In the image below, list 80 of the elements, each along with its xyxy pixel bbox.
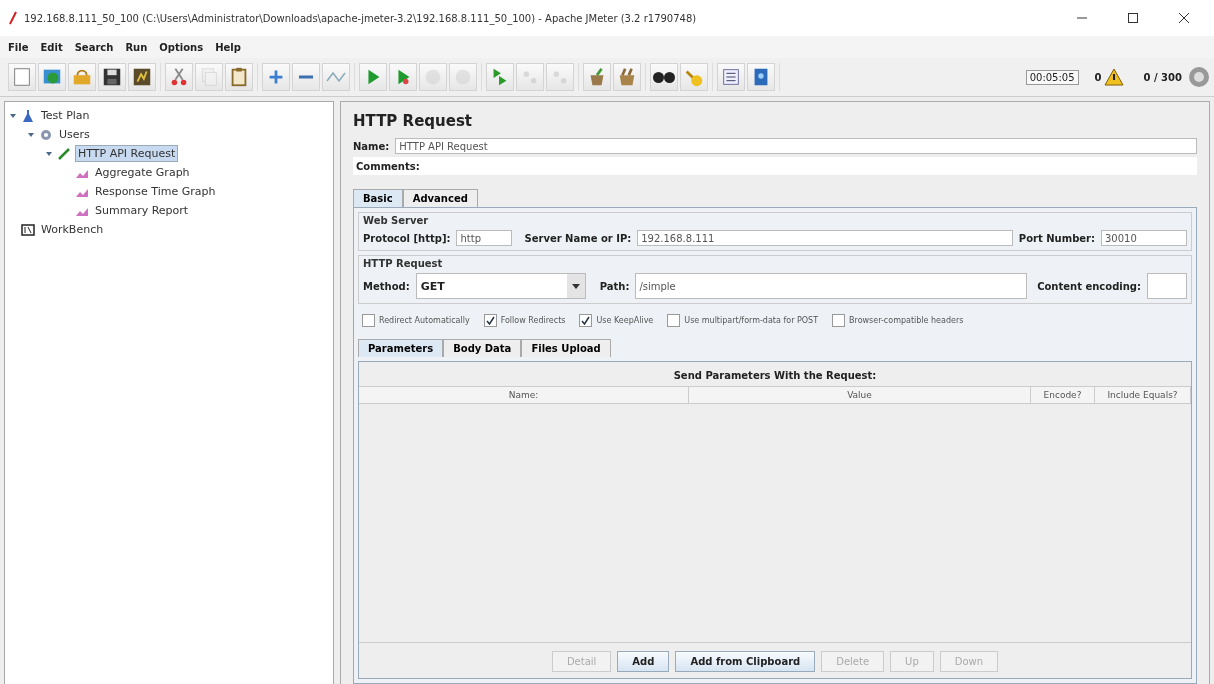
column-header[interactable]: Name: bbox=[359, 387, 689, 403]
thread-count: 0 / 300 bbox=[1143, 71, 1182, 83]
tab[interactable]: Basic bbox=[353, 189, 403, 207]
menu-item[interactable]: Help bbox=[215, 41, 241, 53]
panel-title: HTTP Request bbox=[353, 112, 473, 130]
binoculars-icon bbox=[653, 71, 675, 83]
checkbox[interactable] bbox=[667, 314, 681, 327]
field-label: Server Name or IP: bbox=[524, 232, 632, 244]
server-field[interactable]: 192.168.8.111 bbox=[637, 230, 1013, 246]
expand-toggle-icon[interactable] bbox=[27, 130, 35, 139]
menu-item[interactable]: Edit bbox=[40, 41, 63, 53]
checkbox-label: Use multipart/form-data for POST bbox=[684, 316, 819, 325]
pen-icon bbox=[57, 146, 71, 161]
menu-item[interactable]: Run bbox=[125, 41, 148, 53]
tab[interactable]: Parameters bbox=[358, 339, 444, 357]
warning-icon[interactable] bbox=[1103, 68, 1124, 86]
action-button[interactable]: Add from Clipboard bbox=[675, 651, 816, 672]
flask-icon bbox=[21, 108, 35, 123]
field-label: Content encoding: bbox=[1037, 280, 1141, 292]
field-label: Protocol [http]: bbox=[363, 232, 451, 244]
field-label: Port Number: bbox=[1018, 232, 1095, 244]
action-button[interactable]: Add bbox=[617, 651, 670, 672]
name-field[interactable]: HTTP API Request bbox=[395, 138, 1197, 154]
column-header[interactable]: Value bbox=[689, 387, 1031, 403]
blank-page-icon bbox=[11, 66, 33, 88]
tree-item[interactable]: HTTP API Request bbox=[75, 145, 179, 162]
column-header[interactable]: Include Equals? bbox=[1095, 387, 1191, 403]
table-title: Send Parameters With the Request: bbox=[672, 369, 878, 383]
expand-toggle-icon[interactable] bbox=[9, 111, 17, 120]
tab[interactable]: Advanced bbox=[402, 189, 478, 207]
feather-icon bbox=[8, 11, 18, 25]
toolbar-button[interactable] bbox=[98, 63, 126, 91]
comments-field[interactable]: Comments: bbox=[353, 157, 1197, 175]
tree-item[interactable]: Users bbox=[57, 127, 92, 142]
field-label: Method: bbox=[363, 280, 410, 292]
tab[interactable]: Files Upload bbox=[521, 339, 611, 357]
port-field[interactable]: 30010 bbox=[1101, 230, 1187, 246]
list-icon bbox=[720, 66, 742, 88]
checkbox[interactable] bbox=[483, 314, 497, 327]
elapsed-time: 00:05:05 bbox=[1025, 69, 1079, 85]
window-title: 192.168.8.111_50_100 (C:\Users\Administrator\Downloads\apache-jmeter-3.2\192.168.8.111_50_100) - Apache JMeter (3.2 r1790748) bbox=[24, 12, 698, 24]
checkbox[interactable] bbox=[579, 314, 593, 327]
checkbox[interactable] bbox=[832, 314, 846, 327]
field-label: Path: bbox=[599, 280, 630, 292]
checkbox-label: Browser-compatible headers bbox=[849, 316, 964, 325]
status-icon bbox=[1188, 66, 1210, 88]
tree-item[interactable]: Aggregate Graph bbox=[93, 165, 192, 180]
save-icon bbox=[101, 66, 123, 88]
gear-icon bbox=[39, 127, 53, 142]
chart-icon bbox=[131, 66, 153, 88]
tree-item[interactable]: Response Time Graph bbox=[93, 184, 218, 199]
menu-item[interactable]: Search bbox=[74, 41, 114, 53]
column-header[interactable]: Encode? bbox=[1031, 387, 1095, 403]
workbench-icon bbox=[21, 222, 35, 237]
group-title: HTTP Request bbox=[363, 258, 444, 269]
expand-toggle-icon[interactable] bbox=[45, 149, 53, 158]
checkbox[interactable] bbox=[362, 314, 375, 327]
group-title: Web Server bbox=[363, 215, 430, 226]
field-label: Name: bbox=[353, 140, 390, 152]
caret-icon bbox=[571, 283, 580, 289]
menu-item[interactable]: Options bbox=[159, 41, 204, 53]
tree-item[interactable]: WorkBench bbox=[39, 222, 106, 237]
maximize-icon[interactable] bbox=[1127, 13, 1138, 23]
method-dropdown[interactable]: GET bbox=[415, 273, 586, 299]
checkbox-label: Use KeepAlive bbox=[596, 316, 654, 325]
wave-icon bbox=[326, 72, 346, 82]
protocol-field[interactable]: http bbox=[456, 230, 513, 246]
toolbar-button[interactable] bbox=[128, 63, 156, 91]
minus-icon bbox=[297, 74, 315, 80]
warning-count: 0 bbox=[1094, 71, 1102, 83]
tree-item[interactable]: Summary Report bbox=[93, 203, 191, 218]
toolbar-button[interactable] bbox=[650, 63, 678, 91]
checkbox-label: Follow Redirects bbox=[500, 316, 566, 325]
path-field[interactable]: /simple bbox=[635, 273, 1028, 299]
close-icon[interactable] bbox=[1178, 13, 1189, 23]
tab[interactable]: Body Data bbox=[443, 339, 522, 357]
encoding-field[interactable] bbox=[1147, 273, 1187, 299]
menu-item[interactable]: File bbox=[8, 41, 29, 53]
tree-item[interactable]: Test Plan bbox=[39, 108, 92, 123]
checkbox-label: Redirect Automatically bbox=[379, 316, 470, 325]
